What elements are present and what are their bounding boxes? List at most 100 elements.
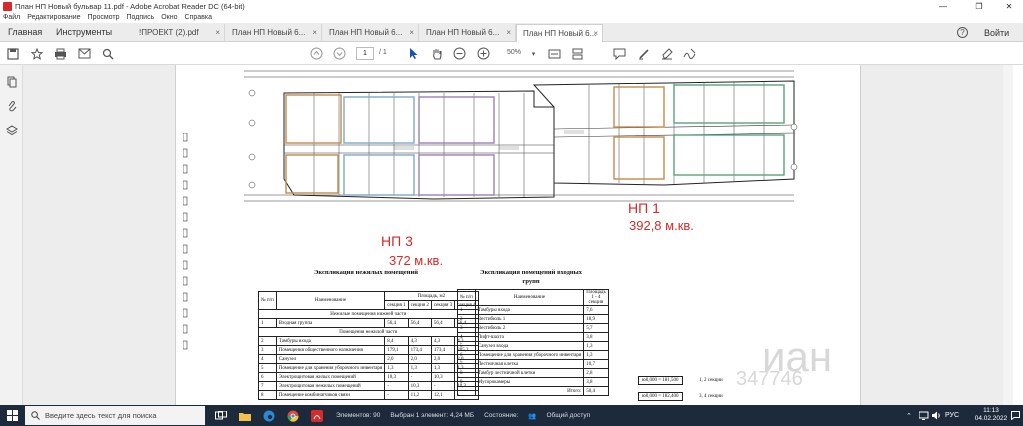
signin-button[interactable]: Войти <box>984 23 1009 42</box>
cell-no: 1 <box>457 305 476 315</box>
level-note-1: 1, 2 секции <box>699 378 723 383</box>
scroll-mode-icon[interactable] <box>570 46 585 61</box>
cell-name: Вестибюль 1 <box>474 314 585 324</box>
print-icon[interactable] <box>53 46 68 61</box>
cell-value: 10,7 <box>583 359 609 369</box>
close-tab-icon[interactable]: × <box>593 25 598 43</box>
star-icon[interactable] <box>29 46 44 61</box>
cell-name: Помещение комбинатчиков связи <box>275 390 386 400</box>
page-number-input[interactable]: 1 <box>356 47 374 60</box>
cell-value: 3,8 <box>583 377 609 387</box>
floor-plan-drawing <box>244 70 798 202</box>
chevron-down-icon[interactable]: ▾ <box>526 46 541 61</box>
zoom-level[interactable]: 50% <box>507 49 521 56</box>
tray-chevron-icon[interactable]: ⌃ <box>906 405 912 426</box>
menu-file[interactable]: Файл <box>3 14 20 21</box>
table-right-caption: Экспликация помещений входных <box>480 269 582 276</box>
edge-browser-icon[interactable] <box>262 409 275 422</box>
windows-start-icon[interactable] <box>0 405 24 426</box>
document-viewer[interactable]: НП 3 372 м.кв. НП 1 392,8 м.кв. Эксплика… <box>23 65 1013 405</box>
level-box-2: ю0,000 = 182,400 <box>638 392 683 401</box>
cell-name: Электрощитовая жилых помещений <box>275 372 386 382</box>
table-entrance-groups: № п/п Наименование Площадь 1 - 4 секции … <box>457 289 609 396</box>
notifications-icon[interactable] <box>1011 405 1020 426</box>
table-row: 4 Лифт-шахта 3,8 <box>457 332 609 342</box>
table-left-caption: Экспликация нежилых помещений <box>313 269 419 276</box>
fit-page-icon[interactable] <box>547 46 562 61</box>
acrobat-taskbar-icon[interactable] <box>310 409 323 422</box>
page-up-icon[interactable] <box>309 46 324 61</box>
table-row: 5 Помещение для хранения уборочного инве… <box>258 363 479 373</box>
minimize-button[interactable]: — <box>929 0 957 12</box>
doc-tab[interactable]: План НП Новый 6... × <box>323 24 419 42</box>
layers-icon[interactable] <box>5 124 18 137</box>
table-row: 1 Входная группа 56,4 56,4 56,4 56,4 <box>258 318 479 328</box>
tab-home[interactable]: Главная <box>8 23 42 42</box>
cell-no: 8 <box>457 368 476 378</box>
cell-value: 1,3 <box>407 363 432 373</box>
zoom-out-icon[interactable] <box>452 46 467 61</box>
hand-tool-icon[interactable] <box>429 46 444 61</box>
sign-icon[interactable] <box>682 46 697 61</box>
cell-name: Тамбуры входа <box>275 336 386 346</box>
cell-value: 1,3 <box>430 363 456 373</box>
close-window-button[interactable]: ✕ <box>995 0 1023 12</box>
col-header-name: Наименование <box>275 291 386 310</box>
page-thumbnails-icon[interactable] <box>5 75 18 88</box>
clock-time: 11:13 <box>983 407 999 414</box>
cell-value: 173,4 <box>407 345 432 355</box>
task-view-icon[interactable] <box>214 409 227 422</box>
page-down-icon[interactable] <box>332 46 347 61</box>
cell-no: 2 <box>258 336 277 346</box>
zoom-in-icon[interactable] <box>476 46 491 61</box>
help-button[interactable]: ? <box>957 23 968 42</box>
cell-value: 173,4 <box>430 345 456 355</box>
search-icon[interactable] <box>100 46 115 61</box>
np3-area: 372 м.кв. <box>389 253 444 268</box>
menu-edit[interactable]: Редактирование <box>27 14 80 21</box>
cell-value: 11,2 <box>407 390 432 400</box>
highlight-icon[interactable] <box>659 46 674 61</box>
save-icon[interactable] <box>5 46 20 61</box>
doc-tab-label: План НП Новый 6... <box>426 28 500 37</box>
doc-tab[interactable]: План НП Новый 6... × <box>226 24 322 42</box>
doc-tab-active[interactable]: План НП Новый 6... × <box>516 24 603 42</box>
pen-icon[interactable] <box>636 46 651 61</box>
taskbar-clock[interactable]: 11:13 04.02.2022 <box>971 407 1011 423</box>
close-tab-icon[interactable]: × <box>506 24 511 42</box>
language-indicator[interactable]: РУС <box>945 405 959 426</box>
vertical-scrollbar[interactable] <box>1003 65 1013 405</box>
table-row: 6 Помещение для хранения уборочного инвен… <box>457 350 609 360</box>
cell-no: 3 <box>258 345 277 355</box>
cell-value: 56,4 <box>430 318 456 328</box>
page-margin-marks <box>183 133 188 350</box>
select-cursor-icon[interactable] <box>406 46 421 61</box>
restore-button[interactable]: ❐ <box>965 0 993 12</box>
volume-icon[interactable] <box>932 405 942 426</box>
menu-view[interactable]: Просмотр <box>88 14 120 21</box>
col-header-section: секция 1 <box>384 300 409 310</box>
comment-icon[interactable] <box>612 46 627 61</box>
close-tab-icon[interactable]: × <box>215 24 220 42</box>
file-explorer-icon[interactable] <box>238 409 251 422</box>
close-tab-icon[interactable]: × <box>409 24 414 42</box>
search-icon <box>31 411 40 420</box>
taskbar-search-input[interactable]: Введите здесь текст для поиска <box>25 406 205 425</box>
cell-name: Помещение для хранения уборочного инвент… <box>474 350 585 360</box>
doc-tab[interactable]: !ПРОЕКТ (2).pdf × <box>133 24 225 42</box>
tab-tools[interactable]: Инструменты <box>56 23 112 42</box>
menu-window[interactable]: Окно <box>161 14 177 21</box>
chrome-browser-icon[interactable] <box>286 409 299 422</box>
cell-value: 4,3 <box>430 336 456 346</box>
network-icon[interactable] <box>919 405 929 426</box>
menu-help[interactable]: Справка <box>185 14 212 21</box>
cell-no: 9 <box>457 377 476 387</box>
menu-sign[interactable]: Подпись <box>127 14 155 21</box>
cell-value: 1,3 <box>583 350 609 360</box>
col-header-section: секция 3 <box>430 300 456 310</box>
doc-tab[interactable]: План НП Новый 6... × <box>420 24 516 42</box>
email-icon[interactable] <box>77 46 92 61</box>
attachment-icon[interactable] <box>5 99 18 112</box>
table-row: 3 Вестибюль 2 5,7 <box>457 323 609 333</box>
close-tab-icon[interactable]: × <box>312 24 317 42</box>
